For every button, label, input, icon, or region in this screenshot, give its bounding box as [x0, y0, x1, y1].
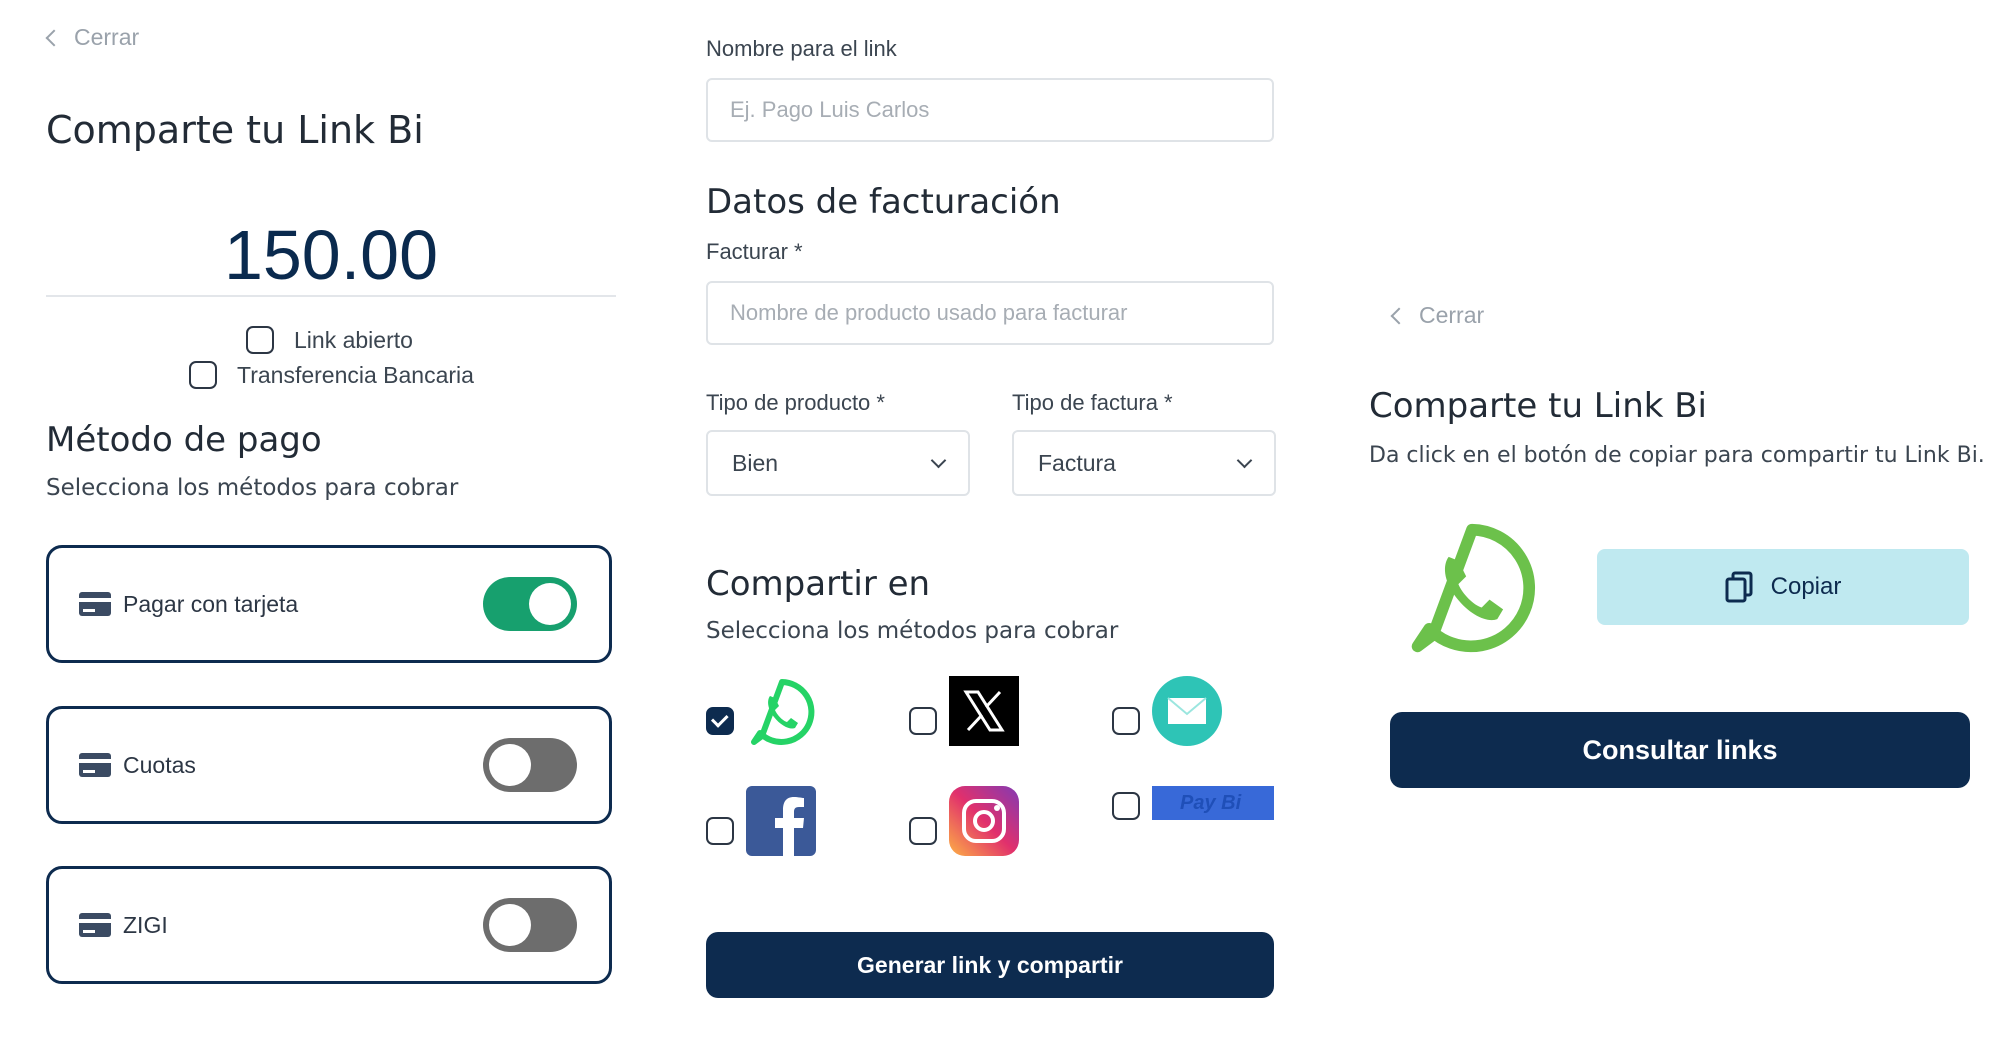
email-icon	[1152, 676, 1222, 746]
payment-method-toggle[interactable]	[483, 738, 577, 792]
link-name-input[interactable]	[706, 78, 1274, 142]
link-abierto-option: Link abierto	[246, 326, 413, 354]
link-abierto-label: Link abierto	[294, 326, 413, 353]
transferencia-checkbox[interactable]	[189, 361, 217, 389]
whatsapp-icon	[1411, 523, 1536, 653]
share-facebook-checkbox[interactable]	[706, 817, 734, 845]
payment-method-subtitle: Selecciona los métodos para cobrar	[46, 475, 459, 501]
close-label: Cerrar	[74, 24, 140, 50]
toggle-knob	[529, 583, 571, 625]
whatsapp-icon	[751, 679, 815, 745]
link-name-label: Nombre para el link	[706, 36, 897, 61]
x-icon	[949, 676, 1019, 746]
close-label: Cerrar	[1419, 302, 1485, 328]
toggle-knob	[489, 904, 531, 946]
payment-method-title: Método de pago	[46, 420, 322, 460]
share-subtitle: Selecciona los métodos para cobrar	[706, 618, 1119, 644]
payment-method-label: Pagar con tarjeta	[123, 590, 299, 617]
transferencia-label: Transferencia Bancaria	[237, 361, 474, 388]
chevron-left-icon	[45, 29, 63, 46]
payment-method-toggle[interactable]	[483, 898, 577, 952]
share-option-facebook	[706, 786, 816, 856]
payment-method-card: Pagar con tarjeta	[46, 545, 612, 663]
share-option-paybi: Pay Bi	[1112, 786, 1274, 820]
chevron-down-icon	[930, 452, 947, 468]
chevron-left-icon	[1390, 307, 1408, 324]
facebook-icon	[746, 786, 816, 856]
paybi-logo-text: Pay Bi	[1180, 792, 1242, 814]
payment-method-label: Cuotas	[123, 751, 196, 778]
credit-card-icon	[79, 592, 111, 616]
payment-method-toggle[interactable]	[483, 577, 577, 631]
share-option-x	[909, 676, 1019, 746]
billing-title: Datos de facturación	[706, 182, 1061, 222]
share-whatsapp-checkbox[interactable]	[706, 707, 734, 735]
share-title: Compartir en	[706, 564, 931, 604]
amount-divider	[46, 295, 616, 297]
share-instagram-checkbox[interactable]	[909, 817, 937, 845]
payment-method-card: ZIGI	[46, 866, 612, 984]
page-title-right: Comparte tu Link Bi	[1369, 386, 1708, 426]
transferencia-option: Transferencia Bancaria	[189, 361, 474, 389]
close-link-left[interactable]: Cerrar	[45, 24, 140, 51]
instagram-icon	[949, 786, 1019, 856]
invoice-type-label: Tipo de factura *	[1012, 390, 1173, 415]
amount-display: 150.00	[223, 216, 439, 294]
chevron-down-icon	[1236, 452, 1253, 468]
product-type-value: Bien	[732, 449, 779, 476]
page-title-left: Comparte tu Link Bi	[46, 108, 424, 152]
share-option-email	[1112, 676, 1222, 746]
share-paybi-checkbox[interactable]	[1112, 792, 1140, 820]
copy-label: Copiar	[1770, 573, 1842, 600]
payment-method-label: ZIGI	[123, 911, 168, 938]
share-option-whatsapp	[706, 676, 818, 748]
credit-card-icon	[79, 753, 111, 777]
share-x-checkbox[interactable]	[909, 707, 937, 735]
toggle-knob	[489, 744, 531, 786]
share-email-checkbox[interactable]	[1112, 707, 1140, 735]
share-option-instagram	[909, 786, 1019, 856]
paybi-logo: Pay Bi	[1152, 786, 1274, 820]
copy-icon	[1725, 571, 1753, 603]
close-link-right[interactable]: Cerrar	[1390, 302, 1485, 329]
payment-method-card: Cuotas	[46, 706, 612, 824]
facturar-input[interactable]	[706, 281, 1274, 345]
share-instructions: Da click en el botón de copiar para comp…	[1369, 443, 1985, 468]
credit-card-icon	[79, 913, 111, 937]
invoice-type-value: Factura	[1038, 449, 1116, 476]
copy-button[interactable]: Copiar	[1597, 549, 1969, 625]
product-type-label: Tipo de producto *	[706, 390, 885, 415]
link-abierto-checkbox[interactable]	[246, 326, 274, 354]
consult-links-button[interactable]: Consultar links	[1390, 712, 1970, 788]
facturar-label: Facturar *	[706, 239, 803, 264]
product-type-select[interactable]: Bien	[706, 430, 970, 496]
generate-link-button[interactable]: Generar link y compartir	[706, 932, 1274, 998]
invoice-type-select[interactable]: Factura	[1012, 430, 1276, 496]
